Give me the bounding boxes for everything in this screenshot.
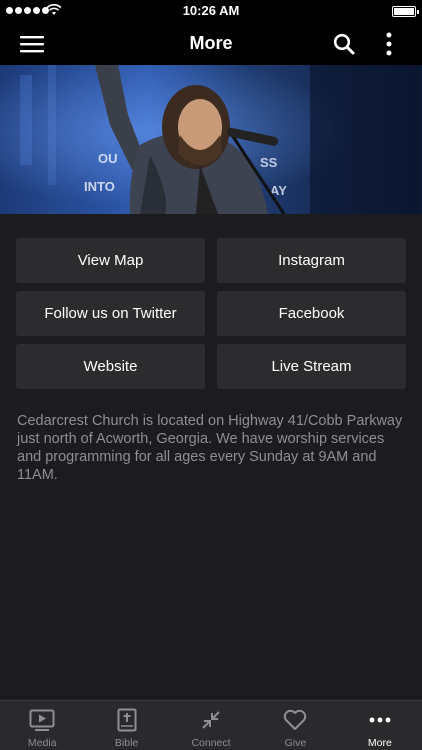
- search-button[interactable]: [328, 28, 360, 60]
- status-time: 10:26 AM: [182, 3, 240, 18]
- tab-label: Bible: [114, 737, 139, 749]
- twitter-button[interactable]: Follow us on Twitter: [16, 291, 205, 336]
- connect-arrows-icon: [202, 711, 220, 729]
- facebook-button[interactable]: Facebook: [217, 291, 406, 336]
- tab-label: More: [367, 737, 392, 749]
- svg-text:SS: SS: [260, 155, 278, 170]
- play-video-icon: [29, 709, 55, 731]
- instagram-button[interactable]: Instagram: [217, 238, 406, 283]
- svg-text:INTO: INTO: [84, 179, 115, 194]
- website-button[interactable]: Website: [16, 344, 205, 389]
- tab-label: Media: [27, 737, 57, 749]
- live-stream-button[interactable]: Live Stream: [217, 344, 406, 389]
- bible-icon: [117, 708, 137, 732]
- vertical-ellipsis-icon: [386, 32, 392, 56]
- tab-more[interactable]: More: [338, 701, 422, 750]
- view-map-button[interactable]: View Map: [16, 238, 205, 283]
- church-description: Cedarcrest Church is located on Highway …: [17, 413, 403, 483]
- overflow-menu-button[interactable]: [373, 28, 405, 60]
- tab-bible[interactable]: Bible: [84, 701, 168, 750]
- navigation-bar: More: [0, 22, 422, 65]
- svg-text:OU: OU: [98, 151, 118, 166]
- tab-connect[interactable]: Connect: [169, 701, 253, 750]
- heart-icon: [284, 709, 307, 730]
- tab-give[interactable]: Give: [253, 701, 337, 750]
- battery-icon: [392, 6, 419, 17]
- more-dots-icon: [369, 717, 391, 723]
- tab-label: Connect: [191, 737, 231, 749]
- hero-banner-image: OU INTO SS AY: [0, 65, 422, 214]
- status-bar: 10:26 AM: [0, 0, 422, 22]
- tab-label: Give: [284, 737, 307, 749]
- tab-media[interactable]: Media: [0, 701, 84, 750]
- tab-bar: Media Bible Connect Give More: [0, 700, 422, 750]
- search-icon: [333, 33, 355, 55]
